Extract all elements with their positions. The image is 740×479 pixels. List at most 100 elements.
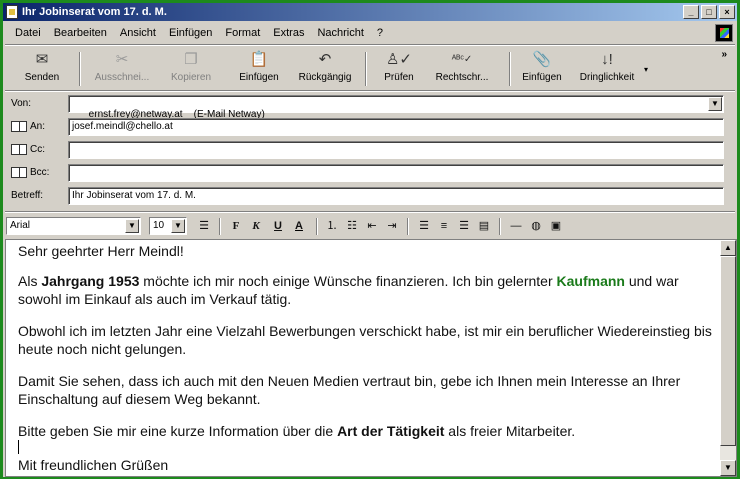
paste-button[interactable]: 📋 Einfügen [229, 49, 289, 89]
paragraph-4: Bitte geben Sie mir eine kurze Informati… [18, 422, 713, 440]
cc-label: Cc: [30, 144, 45, 155]
bcc-field[interactable] [68, 164, 724, 182]
compose-window: Ihr Jobinserat vom 17. d. M. _ □ × Datei… [3, 3, 737, 477]
paragraph-3: Damit Sie sehen, dass ich auch mit den N… [18, 373, 681, 407]
scroll-up-icon[interactable]: ▲ [720, 240, 736, 256]
bcc-label-button[interactable]: Bcc: [11, 167, 49, 178]
greeting-line: Sehr geehrter Herr Meindl! [18, 243, 184, 259]
subject-row: Betreff: Ihr Jobinserat vom 17. d. M. [3, 187, 737, 207]
chevron-down-icon[interactable]: ▼ [708, 97, 722, 111]
subject-label: Betreff: [11, 190, 44, 201]
underline-button[interactable]: U [271, 219, 285, 233]
format-separator [316, 218, 318, 235]
priority-button[interactable]: ↓! Dringlichkeit [575, 49, 639, 89]
menu-ansicht[interactable]: Ansicht [120, 27, 156, 39]
address-book-icon [11, 144, 27, 155]
toolbar-more-chevron[interactable]: » [721, 49, 727, 60]
from-select[interactable]: ernst.frey@netway.at (E-Mail Netway) ▼ [68, 95, 724, 120]
priority-dropdown-arrow[interactable]: ▾ [641, 65, 651, 79]
menu-einfuegen[interactable]: Einfügen [169, 27, 212, 39]
justify-icon[interactable]: ▤ [477, 219, 491, 233]
format-separator [407, 218, 409, 235]
windows-logo-icon [715, 24, 733, 42]
attach-label: Einfügen [522, 72, 562, 83]
menu-format[interactable]: Format [225, 27, 260, 39]
size-select[interactable]: 10 ▼ [149, 217, 187, 235]
format-separator [219, 218, 221, 235]
scrollbar-thumb[interactable] [720, 256, 736, 446]
bcc-label: Bcc: [30, 167, 50, 178]
paperclip-icon: 📎 [532, 51, 552, 68]
check-names-button[interactable]: ♙✓ Prüfen [373, 49, 425, 89]
cc-field[interactable] [68, 141, 724, 159]
maximize-button[interactable]: □ [701, 5, 717, 19]
to-label: An: [30, 121, 46, 132]
subject-field[interactable]: Ihr Jobinserat vom 17. d. M. [68, 187, 724, 205]
paragraph-1-text: Als [18, 273, 42, 289]
menu-bearbeiten[interactable]: Bearbeiten [54, 27, 107, 39]
undo-button[interactable]: ↶ Rückgängig [293, 49, 357, 89]
priority-label: Dringlichkeit [579, 72, 635, 83]
header-divider [5, 211, 735, 213]
close-button[interactable]: × [719, 5, 735, 19]
paragraph-4-text: als freier Mitarbeiter. [444, 423, 576, 439]
size-value: 10 [153, 220, 165, 231]
menu-extras[interactable]: Extras [273, 27, 304, 39]
toolbar-separator [509, 52, 511, 86]
font-select[interactable]: Arial ▼ [6, 217, 141, 235]
indent-icon[interactable]: ⇥ [385, 219, 399, 233]
copy-button[interactable]: ❐ Kopieren [161, 49, 221, 89]
menu-nachricht[interactable]: Nachricht [317, 27, 363, 39]
hyperlink-icon[interactable]: ◍ [529, 219, 543, 233]
scissors-icon: ✂ [115, 51, 129, 68]
outdent-icon[interactable]: ⇤ [365, 219, 379, 233]
year-highlight: Jahrgang 1953 [41, 273, 140, 289]
spellcheck-icon: ᴬᴮᶜ✓ [451, 54, 473, 65]
paste-label: Einfügen [239, 72, 279, 83]
menu-datei[interactable]: Datei [15, 27, 41, 39]
font-color-button[interactable]: A [292, 219, 306, 233]
numbered-list-icon[interactable]: ⒈ [325, 219, 339, 233]
vertical-scrollbar[interactable]: ▲ ▼ [720, 240, 736, 476]
to-row: An: josef.meindl@chello.at [3, 118, 737, 138]
bold-button[interactable]: F [229, 219, 243, 233]
bullet-list-icon[interactable]: ☷ [345, 219, 359, 233]
insert-image-icon[interactable]: ▣ [549, 219, 563, 233]
scroll-down-icon[interactable]: ▼ [720, 460, 736, 476]
align-center-icon[interactable]: ≡ [437, 219, 451, 233]
copy-icon: ❐ [184, 51, 198, 68]
undo-label: Rückgängig [298, 72, 352, 83]
menu-help[interactable]: ? [377, 27, 383, 39]
copy-label: Kopieren [170, 72, 212, 83]
menu-divider [5, 44, 735, 46]
cc-label-button[interactable]: Cc: [11, 144, 45, 155]
cut-label: Ausschnei... [94, 72, 150, 83]
align-right-icon[interactable]: ☰ [457, 219, 471, 233]
paragraph-1: Als Jahrgang 1953 möchte ich mir noch ei… [18, 272, 713, 308]
paragraph-4-text: Bitte geben Sie mir eine kurze Informati… [18, 423, 338, 439]
italic-button[interactable]: K [249, 219, 263, 233]
align-left-icon[interactable]: ☰ [417, 219, 431, 233]
check-label: Prüfen [384, 72, 414, 83]
send-label: Senden [24, 72, 60, 83]
profession-highlight: Kaufmann [556, 273, 625, 289]
cut-button[interactable]: ✂ Ausschnei... [89, 49, 155, 89]
formatting-toolbar: Arial ▼ 10 ▼ ☰ F K U A ⒈ ☷ ⇤ ⇥ ☰ ≡ ☰ ▤ —… [3, 215, 737, 239]
send-icon: ✉ [35, 51, 49, 68]
horizontal-line-icon[interactable]: — [509, 219, 523, 233]
message-body[interactable]: Sehr geehrter Herr Meindl! Als Jahrgang … [5, 239, 737, 477]
menu-bar: Datei Bearbeiten Ansicht Einfügen Format… [3, 23, 737, 43]
chevron-down-icon[interactable]: ▼ [171, 219, 185, 233]
spelling-button[interactable]: ᴬᴮᶜ✓ Rechtschr... [427, 49, 497, 89]
send-button[interactable]: ✉ Senden [17, 49, 67, 89]
paragraph-1-text: möchte ich mir noch einige Wünsche finan… [139, 273, 557, 289]
to-label-button[interactable]: An: [11, 121, 45, 132]
attach-button[interactable]: 📎 Einfügen [517, 49, 567, 89]
address-book-icon [11, 167, 27, 178]
to-field[interactable]: josef.meindl@chello.at [68, 118, 724, 136]
chevron-down-icon[interactable]: ▼ [125, 219, 139, 233]
from-row: Von: ernst.frey@netway.at (E-Mail Netway… [3, 95, 737, 120]
minimize-button[interactable]: _ [683, 5, 699, 19]
message-text[interactable]: Sehr geehrter Herr Meindl! Als Jahrgang … [18, 242, 713, 476]
paragraph-style-icon[interactable]: ☰ [197, 219, 211, 233]
